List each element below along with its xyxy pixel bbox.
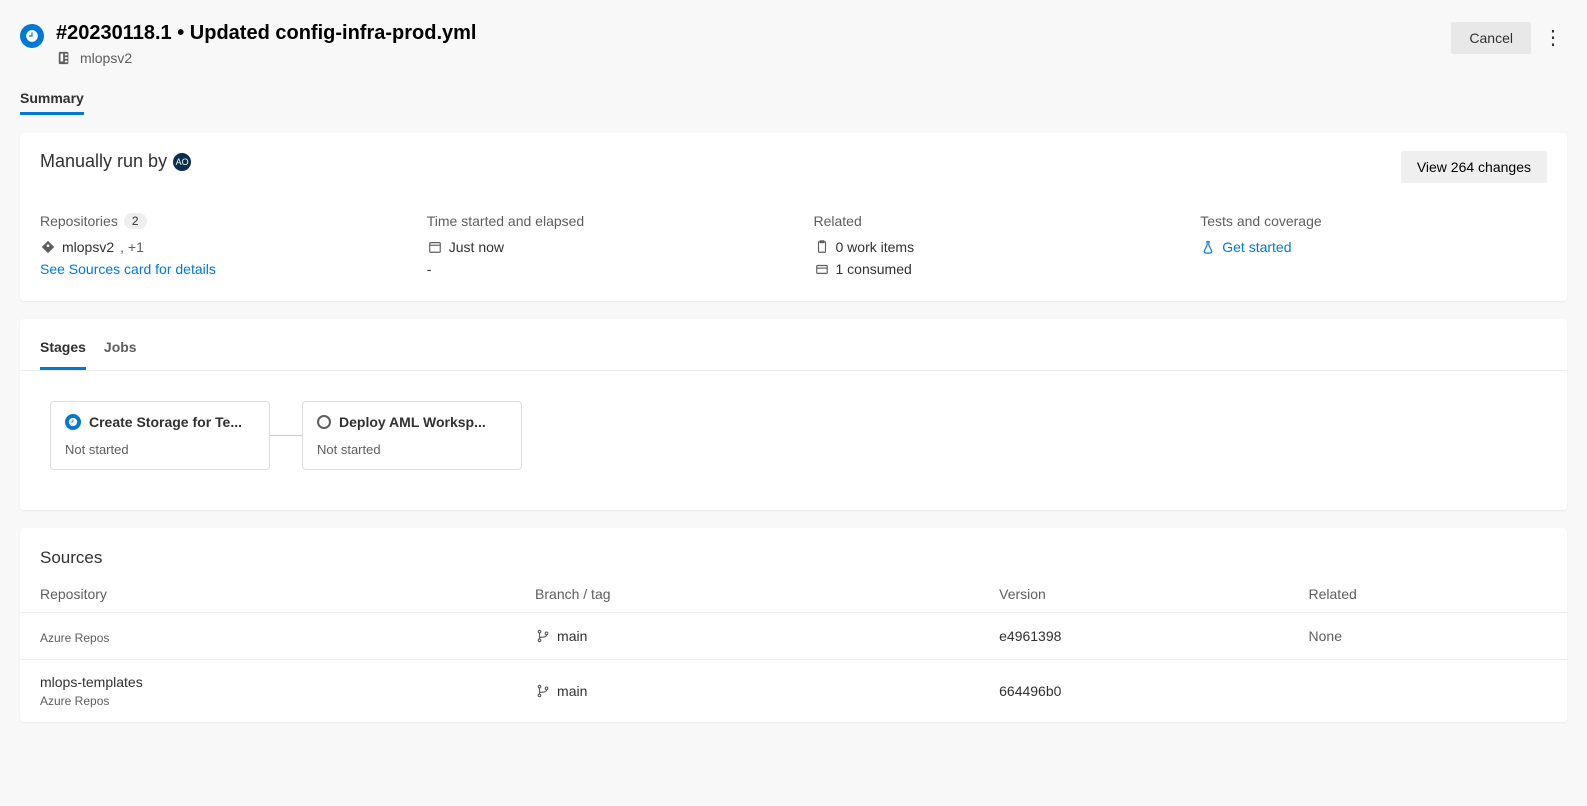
repo-icon — [56, 50, 72, 66]
kebab-icon: ⋮ — [1543, 27, 1563, 49]
branch-icon — [535, 628, 551, 644]
see-sources-link[interactable]: See Sources card for details — [40, 261, 216, 277]
time-started: Just now — [449, 239, 504, 255]
work-items: 0 work items — [836, 239, 915, 255]
stage-title-text: Deploy AML Worksp... — [339, 414, 486, 430]
overview-time: Time started and elapsed Just now - — [427, 213, 774, 283]
overview-related: Related 0 work items 1 consumed — [814, 213, 1161, 283]
branch-icon — [535, 683, 551, 699]
stage-status: Not started — [65, 442, 255, 457]
stage-title-text: Create Storage for Te... — [89, 414, 242, 430]
source-related: None — [1289, 613, 1567, 660]
view-changes-button[interactable]: View 264 changes — [1401, 151, 1547, 183]
source-repo-name: mlops-templates — [40, 674, 495, 690]
page-header: #20230118.1 • Updated config-infra-prod.… — [20, 20, 1567, 66]
avatar: AO — [173, 153, 191, 171]
more-actions-button[interactable]: ⋮ — [1539, 20, 1567, 56]
overview-repositories: Repositories 2 mlopsv2 , +1 See Sources … — [40, 213, 387, 283]
overview-card: Manually run by AO View 264 changes Repo… — [20, 133, 1567, 301]
consumed-artifacts: 1 consumed — [836, 261, 912, 277]
source-repo-sub: Azure Repos — [40, 631, 495, 645]
calendar-icon — [427, 239, 443, 255]
circle-icon — [317, 415, 331, 429]
repos-label: Repositories — [40, 213, 118, 229]
repos-count-badge: 2 — [124, 213, 147, 229]
col-repository: Repository — [20, 576, 515, 613]
clipboard-icon — [814, 239, 830, 255]
cancel-button[interactable]: Cancel — [1451, 22, 1531, 54]
table-row[interactable]: Azure Repos main e4961398 None — [20, 613, 1567, 660]
source-version[interactable]: e4961398 — [999, 628, 1061, 644]
tests-label: Tests and coverage — [1200, 213, 1547, 229]
source-version[interactable]: 664496b0 — [999, 683, 1061, 699]
sources-heading: Sources — [20, 548, 1567, 576]
overview-tests: Tests and coverage Get started — [1200, 213, 1547, 283]
run-by-label: Manually run by — [40, 151, 167, 172]
stage-status: Not started — [317, 442, 507, 457]
col-related: Related — [1289, 576, 1567, 613]
tab-summary[interactable]: Summary — [20, 84, 84, 115]
pipeline-name: mlopsv2 — [80, 50, 132, 66]
artifact-icon — [814, 261, 830, 277]
stage-box[interactable]: Deploy AML Worksp... Not started — [302, 401, 522, 470]
clock-icon — [20, 24, 44, 48]
git-icon — [40, 239, 56, 255]
tab-stages[interactable]: Stages — [40, 333, 86, 370]
source-branch: main — [557, 628, 587, 644]
related-label: Related — [814, 213, 1161, 229]
tests-get-started-link[interactable]: Get started — [1222, 239, 1291, 255]
tab-jobs[interactable]: Jobs — [104, 333, 137, 370]
clock-icon — [65, 414, 81, 430]
flask-icon — [1200, 239, 1216, 255]
col-branch: Branch / tag — [515, 576, 979, 613]
source-related — [1289, 660, 1567, 723]
page-tabs: Summary — [20, 84, 1567, 115]
table-row[interactable]: mlops-templates Azure Repos main 664496b… — [20, 660, 1567, 723]
stage-box[interactable]: Create Storage for Te... Not started — [50, 401, 270, 470]
col-version: Version — [979, 576, 1288, 613]
stage-connector — [270, 435, 302, 436]
sources-card: Sources Repository Branch / tag Version … — [20, 528, 1567, 722]
source-repo-sub: Azure Repos — [40, 694, 495, 708]
source-branch: main — [557, 683, 587, 699]
time-label: Time started and elapsed — [427, 213, 774, 229]
primary-repo: mlopsv2 — [62, 239, 114, 255]
stages-card: Stages Jobs Create Storage for Te... Not… — [20, 319, 1567, 510]
extra-repos: , +1 — [120, 239, 144, 255]
run-title: #20230118.1 • Updated config-infra-prod.… — [56, 20, 476, 46]
time-elapsed: - — [427, 261, 432, 277]
